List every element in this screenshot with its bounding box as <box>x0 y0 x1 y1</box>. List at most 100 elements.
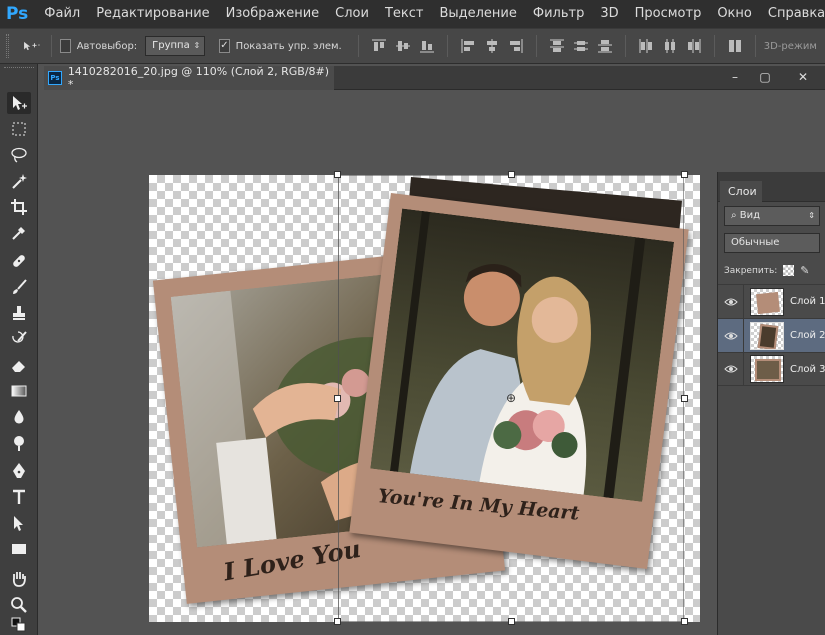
distribute-hcenter-icon[interactable] <box>661 37 679 55</box>
search-icon: ⌕ <box>731 210 740 221</box>
menu-3d[interactable]: 3D <box>592 0 626 28</box>
layer-row[interactable]: Слой 1 <box>718 284 825 319</box>
document-title: 1410282016_20.jpg @ 110% (Слой 2, RGB/8#… <box>67 65 330 91</box>
auto-select-dropdown[interactable]: Группа ⇕ <box>145 36 206 56</box>
transform-handle[interactable] <box>681 395 688 402</box>
separator <box>51 35 53 57</box>
history-brush-icon[interactable] <box>7 328 31 350</box>
align-right-icon[interactable] <box>507 37 525 55</box>
transform-handle[interactable] <box>681 171 688 178</box>
minimize-button[interactable]: – <box>720 66 750 88</box>
options-bar: Автовыбор: Группа ⇕ ✓ Показать упр. элем… <box>0 28 825 64</box>
align-top-icon[interactable] <box>370 37 388 55</box>
menu-edit[interactable]: Редактирование <box>88 0 217 28</box>
transform-handle[interactable] <box>334 618 341 625</box>
options-grip[interactable] <box>6 34 9 58</box>
menu-window[interactable]: Окно <box>709 0 760 28</box>
eye-icon[interactable] <box>718 352 744 386</box>
transform-handle[interactable] <box>334 171 341 178</box>
transform-handle[interactable] <box>334 395 341 402</box>
photoshop-logo: Ps <box>6 4 29 24</box>
layer-filter-dropdown[interactable]: ⌕ Вид ⇕ <box>724 206 820 226</box>
auto-select-value: Группа <box>152 40 190 51</box>
menu-type[interactable]: Текст <box>377 0 432 28</box>
type-tool-icon[interactable] <box>7 486 31 508</box>
blend-mode-dropdown[interactable]: Обычные <box>724 233 820 253</box>
menu-filter[interactable]: Фильтр <box>525 0 592 28</box>
gradient-icon[interactable] <box>7 380 31 402</box>
layer-name: Слой 3 <box>790 363 825 375</box>
tools-panel <box>0 64 38 635</box>
separator <box>446 35 448 57</box>
zoom-tool-icon[interactable] <box>7 594 31 616</box>
document-canvas[interactable]: I Love You You're In My Heart <box>149 175 700 622</box>
layer-row-selected[interactable]: Слой 2 <box>718 318 825 353</box>
eye-icon[interactable] <box>718 284 744 319</box>
distribute-top-icon[interactable] <box>548 37 566 55</box>
blur-icon[interactable] <box>7 406 31 428</box>
align-left-icon[interactable] <box>459 37 477 55</box>
align-bottom-icon[interactable] <box>418 37 436 55</box>
dodge-icon[interactable] <box>7 432 31 454</box>
menu-select[interactable]: Выделение <box>431 0 524 28</box>
transform-handle[interactable] <box>508 171 515 178</box>
auto-align-icon[interactable] <box>726 37 744 55</box>
path-select-icon[interactable] <box>7 512 31 534</box>
align-hcenter-icon[interactable] <box>483 37 501 55</box>
healing-brush-icon[interactable] <box>7 250 31 272</box>
lock-transparency-icon[interactable] <box>783 265 795 276</box>
magic-wand-icon[interactable] <box>7 170 31 192</box>
maximize-button[interactable]: ▢ <box>750 66 780 88</box>
toolbar-grip[interactable] <box>4 67 34 70</box>
transform-handle[interactable] <box>681 618 688 625</box>
show-transform-label: Показать упр. элем. <box>235 40 342 52</box>
transform-reference-point-icon[interactable]: ⊕ <box>505 392 517 404</box>
pen-tool-icon[interactable] <box>7 460 31 482</box>
align-vcenter-icon[interactable] <box>394 37 412 55</box>
eraser-icon[interactable] <box>7 354 31 376</box>
layer-row[interactable]: Слой 3 <box>718 352 825 386</box>
layer-thumbnail <box>750 321 784 350</box>
3d-mode-label: 3D-режим <box>763 40 817 52</box>
layer-name: Слой 1 <box>790 296 825 307</box>
chevron-updown-icon: ⇕ <box>193 41 201 50</box>
clone-stamp-icon[interactable] <box>7 302 31 324</box>
lock-label: Закрепить: <box>724 265 778 276</box>
distribute-left-icon[interactable] <box>637 37 655 55</box>
move-tool-preset-icon[interactable] <box>22 37 40 55</box>
auto-select-checkbox[interactable] <box>60 39 71 53</box>
hand-tool-icon[interactable] <box>7 568 31 590</box>
menu-view[interactable]: Просмотр <box>627 0 710 28</box>
document-tab[interactable]: Ps 1410282016_20.jpg @ 110% (Слой 2, RGB… <box>44 65 334 91</box>
menu-image[interactable]: Изображение <box>218 0 327 28</box>
move-tool-icon[interactable] <box>7 92 31 114</box>
menu-help[interactable]: Справка <box>760 0 825 28</box>
swap-colors-icon[interactable] <box>7 616 31 634</box>
lasso-tool-icon[interactable] <box>7 144 31 166</box>
marquee-tool-icon[interactable] <box>7 118 31 140</box>
distribute-bottom-icon[interactable] <box>596 37 614 55</box>
brush-tool-icon[interactable] <box>7 276 31 298</box>
separator <box>624 35 626 57</box>
tab-layers[interactable]: Слои <box>720 181 762 202</box>
layers-panel: Слои ⌕ Вид ⇕ Обычные Закрепить: ✎ Слой 1… <box>717 172 825 635</box>
close-button[interactable]: ✕ <box>784 66 822 88</box>
distribute-vcenter-icon[interactable] <box>572 37 590 55</box>
lock-row: Закрепить: ✎ <box>724 264 810 277</box>
show-transform-checkbox[interactable]: ✓ <box>219 39 230 53</box>
menu-file[interactable]: Файл <box>36 0 88 28</box>
layer-name: Слой 2 <box>790 330 825 341</box>
transform-handle[interactable] <box>508 618 515 625</box>
crop-tool-icon[interactable] <box>7 196 31 218</box>
layer-thumbnail <box>750 355 784 383</box>
blend-mode-value: Обычные <box>731 237 780 248</box>
shape-tool-icon[interactable] <box>7 538 31 560</box>
distribute-right-icon[interactable] <box>685 37 703 55</box>
eyedropper-icon[interactable] <box>7 222 31 244</box>
separator <box>713 35 715 57</box>
eye-icon[interactable] <box>718 318 744 353</box>
brush-lock-icon[interactable]: ✎ <box>800 264 809 277</box>
menu-layers[interactable]: Слои <box>327 0 377 28</box>
menu-bar: Ps Файл Редактирование Изображение Слои … <box>0 0 825 28</box>
auto-select-label: Автовыбор: <box>76 40 138 52</box>
